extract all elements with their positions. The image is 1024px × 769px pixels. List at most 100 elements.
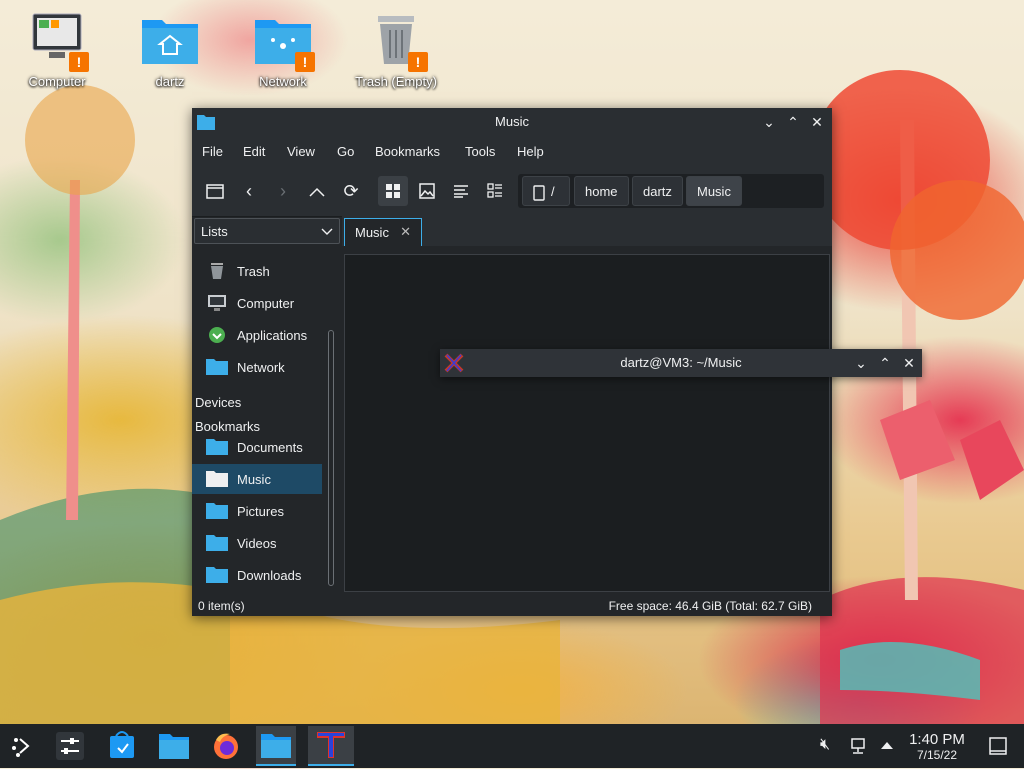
terminal-icon [317,732,345,758]
menu-file[interactable]: File [202,144,223,159]
sidebar-scrollbar[interactable] [328,330,334,586]
warning-badge-icon: ! [69,52,89,72]
breadcrumb-dartz[interactable]: dartz [632,176,683,206]
desktop-icon-home[interactable]: dartz [125,12,215,89]
new-tab-icon [206,184,224,199]
applications-icon [209,327,225,343]
store-icon [110,731,134,758]
task-dolphin-window[interactable] [256,726,296,766]
task-firefox[interactable] [206,726,246,766]
desktop-icon-label: dartz [155,74,185,89]
videos-folder-icon [206,535,228,551]
tab-music[interactable]: Music ✕ [344,218,422,246]
chevron-up-icon [309,187,325,197]
close-button[interactable]: ✕ [808,113,826,131]
grid-icon [386,184,400,198]
chevron-right-icon: › [280,181,286,201]
menu-go[interactable]: Go [337,144,354,159]
details-view-button[interactable] [446,176,476,206]
sidebar-item-documents[interactable]: Documents [192,432,322,462]
places-panel-label: Lists [201,224,228,239]
desktop-icon-label: Computer [28,74,86,89]
split-view-button[interactable] [480,176,510,206]
maximize-button[interactable]: ⌃ [784,113,802,131]
warning-badge-icon: ! [295,52,315,72]
reload-button[interactable]: ⟳ [336,176,366,206]
desktop-icon-network[interactable]: ! Network [238,12,328,89]
folder-icon [159,734,189,759]
sidebar-item-videos[interactable]: Videos [192,528,322,558]
menu-help[interactable]: Help [517,144,544,159]
tab-label: Music [355,225,389,240]
forward-button[interactable]: › [268,176,298,206]
list-icon [454,185,468,198]
new-tab-button[interactable] [200,176,230,206]
menu-edit[interactable]: Edit [243,144,265,159]
maximize-button[interactable]: ⌃ [876,354,894,372]
desktop-icon-trash[interactable]: ! Trash (Empty) [351,12,441,89]
places-panel-select[interactable]: Lists [194,218,340,244]
sidebar-item-computer[interactable]: Computer [192,288,322,318]
sidebar-item-pictures[interactable]: Pictures [192,496,322,526]
back-button[interactable]: ‹ [234,176,264,206]
breadcrumb-home[interactable]: home [574,176,629,206]
sidebar-heading-devices[interactable]: Devices [195,395,241,410]
menu-view[interactable]: View [287,144,315,159]
task-discover[interactable] [102,726,142,766]
pictures-folder-icon [206,503,228,519]
launcher-icon [12,738,30,757]
network-folder-icon [206,359,228,375]
close-button[interactable]: ✕ [900,354,918,372]
breadcrumb-music[interactable]: Music [686,176,742,206]
sidebar-item-music[interactable]: Music [192,464,322,494]
home-folder-icon [142,20,198,64]
network-icon[interactable] [850,737,868,755]
volume-muted-icon[interactable]: 🔇︎ [820,736,830,754]
menu-bookmarks[interactable]: Bookmarks [375,144,440,159]
preview-button[interactable] [412,176,442,206]
folder-icon [261,734,291,758]
terminal-window[interactable]: dartz@VM3: ~/Music ⌄ ⌃ ✕ [440,349,922,377]
task-terminal-window[interactable] [308,726,354,766]
desktop-icon-label: Network [259,74,307,89]
sidebar-item-trash[interactable]: Trash [192,256,322,286]
desktop-icon-computer[interactable]: ! Computer [12,12,102,89]
terminal-title: dartz@VM3: ~/Music [620,355,742,370]
downloads-folder-icon [206,567,228,583]
file-view[interactable] [344,254,830,592]
image-icon [419,183,435,199]
clock-time[interactable]: 1:40 PM [904,731,970,748]
toolbar: ‹ › ⟳ / home dartz Music [192,166,832,217]
close-tab-icon[interactable]: ✕ [400,224,411,240]
sidebar-item-applications[interactable]: Applications [192,320,322,350]
status-bar: 0 item(s) Free space: 46.4 GiB (Total: 6… [192,596,832,616]
sidebar-item-downloads[interactable]: Downloads [192,560,322,590]
task-dolphin-pinned[interactable] [154,726,194,766]
taskbar: 🔇︎ 1:40 PM 7/15/22 [0,724,1024,768]
trash-icon [211,263,223,279]
split-icon [487,183,502,198]
application-launcher[interactable] [2,726,42,766]
show-desktop-icon[interactable] [988,736,1008,756]
settings-icon [56,732,84,760]
menu-tools[interactable]: Tools [465,144,495,159]
places-sidebar: Trash Computer Applications Network Devi… [192,248,322,594]
documents-folder-icon [206,439,228,455]
computer-icon [208,295,226,311]
minimize-button[interactable]: ⌄ [760,113,778,131]
icons-view-button[interactable] [378,176,408,206]
clock-date[interactable]: 7/15/22 [904,748,970,762]
warning-badge-icon: ! [408,52,428,72]
chevron-down-icon [321,228,333,235]
sidebar-item-network[interactable]: Network [192,352,322,382]
menubar: File Edit View Go Bookmarks Tools Help [192,136,832,166]
reload-icon: ⟳ [343,181,359,201]
up-button[interactable] [302,176,332,206]
task-system-settings[interactable] [50,726,90,766]
location-bar[interactable]: / home dartz Music [518,174,824,208]
window-titlebar[interactable]: Music ⌄ ⌃ ✕ [192,108,832,136]
minimize-button[interactable]: ⌄ [852,354,870,372]
breadcrumb-root[interactable]: / [522,176,570,206]
device-icon [533,184,545,201]
tray-expand-icon[interactable] [880,740,894,750]
